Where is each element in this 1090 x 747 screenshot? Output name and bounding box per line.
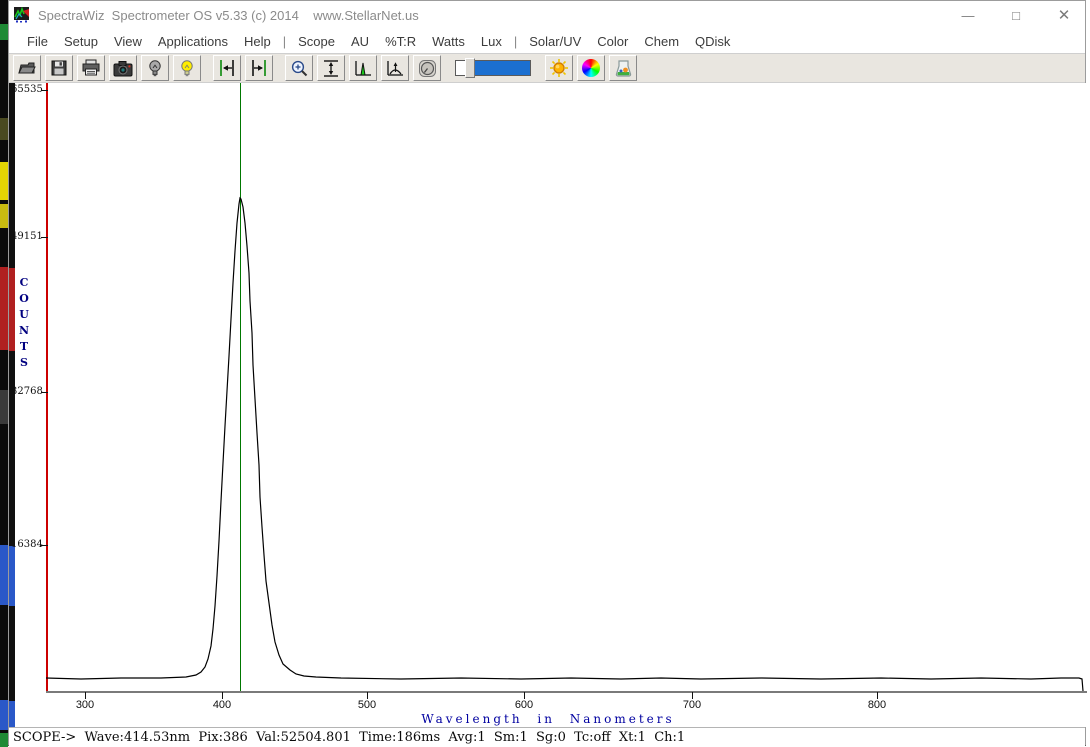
chem-button[interactable] [609, 55, 637, 81]
peak-rescale-button[interactable] [381, 55, 409, 81]
menu-item-view[interactable]: View [106, 32, 150, 51]
menu-item-scope[interactable]: Scope [290, 32, 343, 51]
move-cursor-left-icon [217, 59, 237, 77]
x-tick-mark [877, 692, 878, 699]
menu-item-help[interactable]: Help [236, 32, 279, 51]
x-tick-mark [692, 692, 693, 699]
menu-item-solar-uv[interactable]: Solar/UV [521, 32, 589, 51]
x-tick-mark [524, 692, 525, 699]
color-wheel-icon [582, 59, 600, 77]
scope-spectrum-button[interactable] [349, 55, 377, 81]
x-tick-label: 400 [200, 699, 244, 711]
menu-separator: | [510, 32, 521, 51]
menu-item-color[interactable]: Color [589, 32, 636, 51]
window-title: SpectraWiz Spectrometer OS v5.33 (c) 201… [38, 8, 419, 23]
open-folder-icon [17, 58, 37, 78]
x-tick-label: 700 [670, 699, 714, 711]
status-text: SCOPE-> Wave:414.53nm Pix:386 Val:52504.… [9, 730, 685, 745]
printer-icon [81, 59, 101, 77]
menu-item-lux[interactable]: Lux [473, 32, 510, 51]
cursor-right-button[interactable] [245, 55, 273, 81]
intensity-slider[interactable] [455, 60, 531, 76]
camera-icon [113, 60, 133, 77]
sun-icon [549, 58, 569, 78]
menu-bar: FileSetupViewApplicationsHelp|ScopeAU%T:… [9, 29, 1085, 53]
bulb-on-icon [179, 59, 195, 78]
spectrum-chart[interactable] [46, 83, 1087, 693]
menu-item-au[interactable]: AU [343, 32, 377, 51]
x-tick-mark [222, 692, 223, 699]
x-tick-mark [367, 692, 368, 699]
maximize-button[interactable]: □ [1009, 8, 1023, 23]
x-tick-mark [85, 692, 86, 699]
toolbar [9, 53, 1085, 83]
y-tick-label: 65535 [11, 84, 41, 95]
desktop-fragment [0, 733, 8, 747]
desktop-edge-sliver [0, 0, 8, 747]
solar-button[interactable] [545, 55, 573, 81]
chem-beaker-icon [614, 59, 633, 78]
desktop-fragment [0, 390, 8, 424]
desktop-fragment [0, 118, 8, 140]
menu-separator: | [279, 32, 290, 51]
timer-clock-icon [418, 59, 437, 78]
print-button[interactable] [77, 55, 105, 81]
vertical-fit-icon [322, 59, 340, 78]
plot-area[interactable]: COUNTS 300 400 500 600 700 800 65535 49151 32768… [9, 83, 1087, 727]
lamp-off-button[interactable] [141, 55, 169, 81]
lamp-on-button[interactable] [173, 55, 201, 81]
desktop-fragment [0, 162, 8, 200]
app-window: SpectraWiz Spectrometer OS v5.33 (c) 201… [8, 0, 1086, 746]
menu-item--t-r[interactable]: %T:R [377, 32, 424, 51]
desktop-fragment [0, 24, 8, 40]
x-tick-label: 500 [345, 699, 389, 711]
menu-item-qdisk[interactable]: QDisk [687, 32, 738, 51]
desktop-fragment [0, 267, 8, 350]
zoom-in-button[interactable] [285, 55, 313, 81]
status-bar: SCOPE-> Wave:414.53nm Pix:386 Val:52504.… [9, 727, 1085, 746]
desktop-fragment [0, 700, 8, 730]
cursor-left-button[interactable] [213, 55, 241, 81]
y-tick-label: 32768 [11, 386, 41, 397]
y-axis-title: COUNTS [17, 275, 31, 371]
x-tick-label: 800 [855, 699, 899, 711]
margin-fragment [9, 268, 15, 351]
desktop-fragment [0, 545, 8, 605]
plot-left-margin [9, 83, 15, 727]
slider-fill [470, 61, 530, 75]
peak-up-arrow-icon [385, 59, 405, 77]
floppy-save-icon [50, 59, 68, 77]
x-axis-title: Wavelength in Nanometers [9, 712, 1087, 726]
slider-thumb[interactable] [465, 58, 475, 78]
open-file-button[interactable] [13, 55, 41, 81]
integration-timer-button[interactable] [413, 55, 441, 81]
x-tick-label: 600 [502, 699, 546, 711]
move-cursor-right-icon [249, 59, 269, 77]
menu-item-watts[interactable]: Watts [424, 32, 473, 51]
spectrum-trace [46, 198, 1083, 691]
color-button[interactable] [577, 55, 605, 81]
minimize-button[interactable]: — [961, 8, 975, 23]
snapshot-button[interactable] [109, 55, 137, 81]
save-file-button[interactable] [45, 55, 73, 81]
menu-item-applications[interactable]: Applications [150, 32, 236, 51]
spectrum-peak-icon [353, 59, 373, 77]
y-tick-label: 49151 [11, 231, 41, 242]
fit-vertical-button[interactable] [317, 55, 345, 81]
magnifier-plus-icon [290, 59, 309, 78]
desktop-fragment [0, 204, 8, 228]
bulb-off-icon [147, 59, 163, 78]
menu-item-chem[interactable]: Chem [636, 32, 687, 51]
y-tick-label: 16384 [11, 539, 41, 550]
app-logo-icon [14, 7, 30, 23]
close-button[interactable]: ✕ [1057, 6, 1071, 24]
margin-fragment [9, 546, 15, 606]
menu-item-file[interactable]: File [19, 32, 56, 51]
menu-item-setup[interactable]: Setup [56, 32, 106, 51]
x-tick-label: 300 [63, 699, 107, 711]
title-bar[interactable]: SpectraWiz Spectrometer OS v5.33 (c) 201… [9, 1, 1085, 29]
